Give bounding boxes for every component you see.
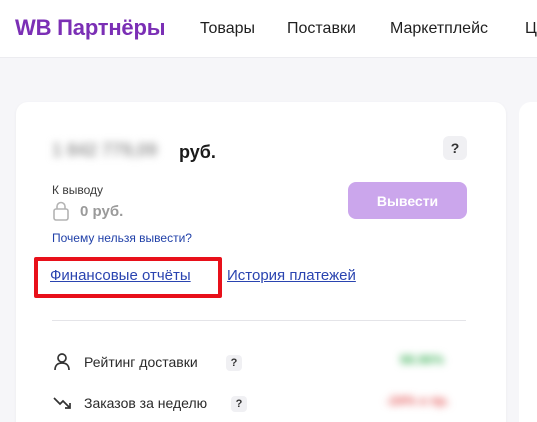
delivery-rating-label: Рейтинг доставки xyxy=(84,354,198,370)
withdraw-button[interactable]: Вывести xyxy=(348,182,467,219)
weekly-orders-value: -24% к пр. xyxy=(386,393,450,408)
withdraw-label: К выводу xyxy=(52,183,103,197)
divider xyxy=(52,320,466,321)
balance-currency: руб. xyxy=(179,142,216,162)
nav-item-marketplace[interactable]: Маркетплейс xyxy=(390,20,488,38)
balance-help-icon[interactable]: ? xyxy=(443,136,467,160)
balance-amount: 1 842 779,09 xyxy=(52,140,158,160)
top-navigation-bar: WB Партнёры Товары Поставки Маркетплейс … xyxy=(0,0,537,58)
delivery-rating-help-icon[interactable]: ? xyxy=(226,355,242,371)
nav-item-supplies[interactable]: Поставки xyxy=(287,20,356,38)
person-icon xyxy=(54,353,70,371)
logo[interactable]: WB Партнёры xyxy=(15,15,165,41)
weekly-orders-label: Заказов за неделю xyxy=(84,395,208,411)
withdraw-amount: 0 руб. xyxy=(80,203,124,220)
balance-card: 1 842 779,09 руб. ? К выводу 0 руб. Выве… xyxy=(16,102,506,422)
trend-down-icon xyxy=(53,397,71,409)
delivery-rating-value: 98.96% xyxy=(400,352,445,367)
nav-item-products[interactable]: Товары xyxy=(200,20,255,38)
nav-item-prices[interactable]: Ц xyxy=(525,20,537,38)
payment-history-link[interactable]: История платежей xyxy=(227,267,356,284)
secondary-card xyxy=(519,102,537,422)
financial-reports-link[interactable]: Финансовые отчёты xyxy=(50,267,191,284)
why-cannot-withdraw-link[interactable]: Почему нельзя вывести? xyxy=(52,231,192,245)
lock-icon xyxy=(53,201,69,221)
weekly-orders-help-icon[interactable]: ? xyxy=(231,396,247,412)
